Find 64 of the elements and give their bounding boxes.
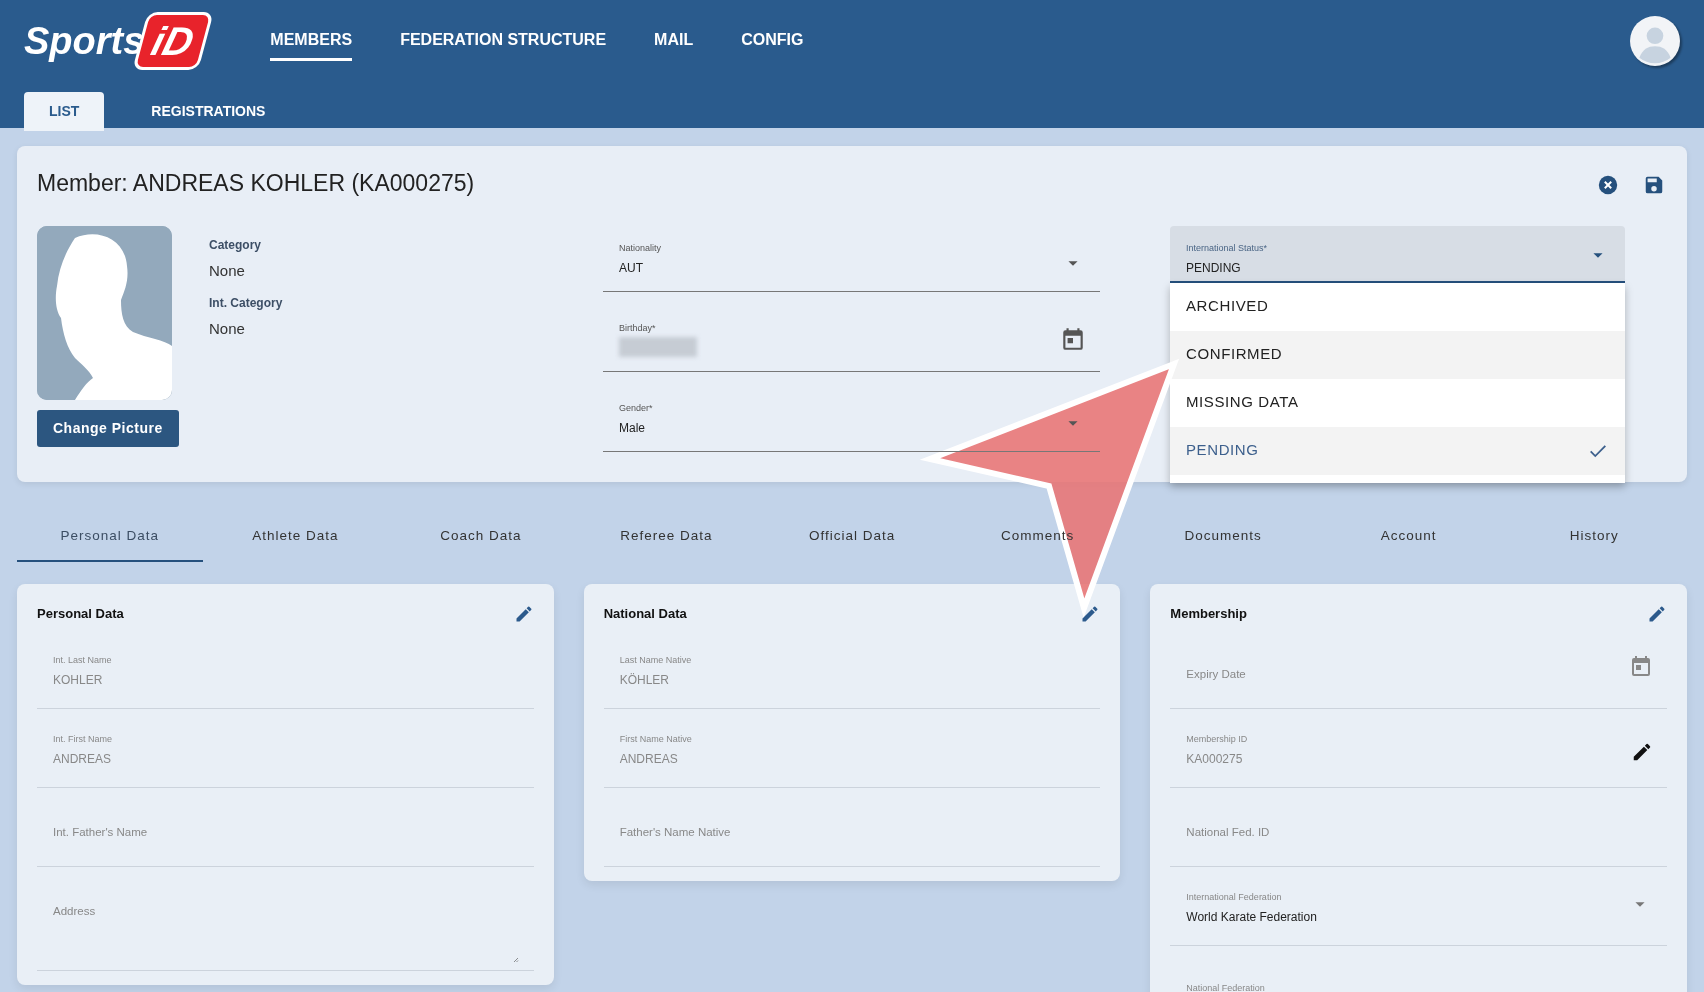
nav-link[interactable]: MEMBERS: [270, 21, 353, 61]
section-tab[interactable]: Documents: [1130, 509, 1316, 562]
sub-tab[interactable]: LIST: [24, 92, 105, 131]
field-label: Birthday*: [619, 321, 656, 335]
field-value: KOHLER: [53, 672, 103, 690]
field-value: World Karate Federation: [1186, 909, 1317, 927]
form-field[interactable]: Nationality AUT: [603, 225, 1100, 292]
close-icon[interactable]: [1597, 174, 1619, 196]
section-tab[interactable]: Official Data: [759, 509, 945, 562]
field-label: National Federation: [1186, 981, 1265, 992]
field-label: International Status*: [1186, 241, 1268, 255]
section-tab[interactable]: History: [1501, 509, 1688, 562]
calendar-icon[interactable]: [1629, 653, 1653, 678]
logo-text: Sports: [24, 18, 145, 64]
panel-title: Personal Data: [37, 605, 124, 624]
field-label: Last Name Native: [619, 653, 692, 667]
info-label: Category: [209, 236, 262, 254]
sub-tab[interactable]: REGISTRATIONS: [126, 92, 291, 131]
field-label: Membership ID: [1186, 732, 1248, 746]
field-placeholder: Expiry Date: [1186, 666, 1246, 682]
field-placeholder: Address: [53, 903, 96, 919]
field-placeholder: Int. Father's Name: [53, 824, 148, 840]
field-label: International Federation: [1186, 890, 1282, 904]
status-select[interactable]: International Status* PENDING: [1170, 225, 1625, 283]
section-tab[interactable]: Account: [1315, 509, 1502, 562]
field-value: KÖHLER: [619, 672, 669, 690]
panel-title: National Data: [603, 605, 687, 624]
field-value: ANDREAS: [619, 751, 678, 769]
nav-link[interactable]: FEDERATION STRUCTURE: [400, 21, 607, 61]
info-value: None: [209, 319, 246, 340]
section-tab[interactable]: Comments: [944, 509, 1131, 562]
field-placeholder: National Fed. ID: [1186, 824, 1270, 840]
section-tab[interactable]: Referee Data: [573, 509, 760, 562]
field-value: KA000275: [1186, 751, 1243, 769]
calendar-icon[interactable]: [1060, 325, 1086, 352]
dropdown-option[interactable]: MISSING DATA: [1170, 378, 1625, 427]
nav-link[interactable]: CONFIG: [741, 21, 804, 61]
dropdown-option[interactable]: CONFIRMED: [1170, 330, 1625, 379]
user-avatar-icon[interactable]: [1630, 16, 1680, 66]
field-label: Nationality: [619, 241, 662, 255]
dropdown-option[interactable]: ARCHIVED: [1170, 282, 1625, 331]
info-value: None: [209, 260, 246, 281]
section-tab[interactable]: Personal Data: [17, 509, 203, 562]
form-field[interactable]: Birthday*: [603, 305, 1100, 372]
field-label: Int. First Name: [53, 732, 112, 746]
field-value: AUT: [619, 260, 643, 278]
field-label: Int. Last Name: [53, 653, 112, 667]
section-tab[interactable]: Athlete Data: [202, 509, 389, 562]
dropdown-option[interactable]: PENDING: [1170, 426, 1625, 475]
form-field[interactable]: International Federation World Karate Federation: [1170, 866, 1667, 946]
field-label: First Name Native: [619, 732, 692, 746]
field-placeholder: Father's Name Native: [619, 824, 731, 840]
save-icon[interactable]: [1643, 174, 1665, 196]
field-label: Gender*: [619, 401, 653, 415]
change-picture-button[interactable]: Change Picture: [37, 409, 179, 447]
member-title: Member: ANDREAS KOHLER (KA000275): [37, 170, 475, 198]
nav-link[interactable]: MAIL: [654, 21, 694, 61]
field-value: Male: [619, 420, 645, 438]
info-label: Int. Category: [209, 295, 284, 313]
field-value: PENDING: [1186, 260, 1241, 278]
field-value: ANDREAS: [53, 751, 111, 769]
panel-title: Membership: [1170, 605, 1247, 624]
edit-icon[interactable]: [1647, 603, 1667, 624]
section-tab[interactable]: Coach Data: [388, 509, 574, 562]
